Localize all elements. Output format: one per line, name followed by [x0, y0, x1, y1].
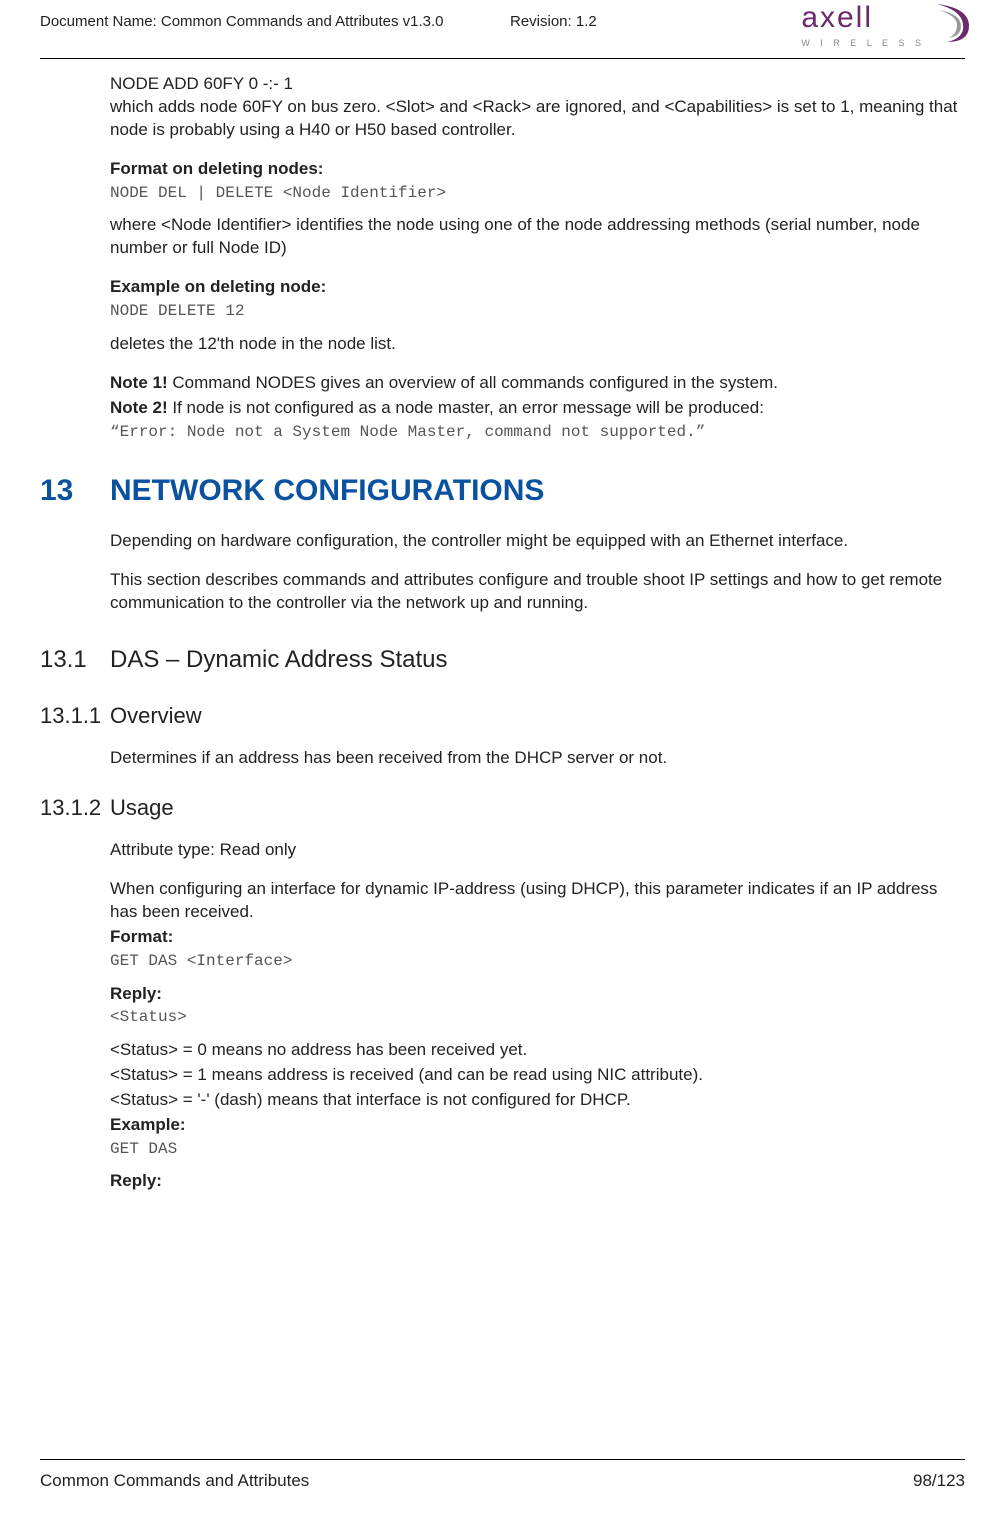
- logo: axell W I R E L E S S: [801, 0, 975, 49]
- page-header: Document Name: Common Commands and Attri…: [40, 0, 965, 58]
- example-delete-code: NODE DELETE 12: [110, 301, 965, 323]
- format-code: GET DAS <Interface>: [110, 951, 965, 973]
- logo-swirl-icon: [929, 0, 975, 46]
- example-code: GET DAS: [110, 1139, 965, 1161]
- format-heading: Format:: [110, 926, 965, 949]
- doc-name: Document Name: Common Commands and Attri…: [40, 12, 444, 32]
- section-13-p2: This section describes commands and attr…: [110, 569, 965, 615]
- code-line: NODE ADD 60FY 0 -:- 1: [110, 73, 965, 96]
- section-13-heading: 13 NETWORK CONFIGURATIONS: [40, 471, 965, 512]
- overview-text: Determines if an address has been receiv…: [110, 747, 965, 770]
- logo-text: axell: [801, 0, 925, 39]
- section-number: 13.1.2: [40, 793, 110, 823]
- usage-desc: When configuring an interface for dynami…: [110, 878, 965, 924]
- logo-subtext: W I R E L E S S: [801, 37, 925, 49]
- section-title: NETWORK CONFIGURATIONS: [110, 471, 544, 512]
- section-title: Usage: [110, 793, 174, 823]
- note-1-label: Note 1!: [110, 373, 168, 392]
- attribute-type: Attribute type: Read only: [110, 839, 965, 862]
- format-delete-desc: where <Node Identifier> identifies the n…: [110, 214, 965, 260]
- reply-code: <Status>: [110, 1007, 965, 1029]
- note-2-text: If node is not configured as a node mast…: [168, 398, 764, 417]
- section-number: 13: [40, 471, 110, 512]
- note-2: Note 2! If node is not configured as a n…: [110, 397, 965, 420]
- format-delete-code: NODE DEL | DELETE <Node Identifier>: [110, 183, 965, 205]
- section-13-1-2-heading: 13.1.2 Usage: [40, 793, 965, 823]
- status-dash: <Status> = '-' (dash) means that interfa…: [110, 1089, 965, 1112]
- header-rule: [40, 58, 965, 59]
- node-add-example: NODE ADD 60FY 0 -:- 1 which adds node 60…: [110, 73, 965, 142]
- example-heading: Example:: [110, 1114, 965, 1137]
- section-title: DAS – Dynamic Address Status: [110, 644, 447, 676]
- status-0: <Status> = 0 means no address has been r…: [110, 1039, 965, 1062]
- example-delete-heading: Example on deleting node:: [110, 276, 965, 299]
- page-number: 98/123: [913, 1470, 965, 1493]
- reply-heading: Reply:: [110, 983, 965, 1006]
- reply-2-heading: Reply:: [110, 1170, 965, 1193]
- section-13-1-1-heading: 13.1.1 Overview: [40, 701, 965, 731]
- body-text: which adds node 60FY on bus zero. <Slot>…: [110, 96, 965, 142]
- section-title: Overview: [110, 701, 202, 731]
- section-13-1-heading: 13.1 DAS – Dynamic Address Status: [40, 644, 965, 676]
- page-footer: Common Commands and Attributes 98/123: [40, 1459, 965, 1493]
- format-delete-heading: Format on deleting nodes:: [110, 158, 965, 181]
- section-number: 13.1.1: [40, 701, 110, 731]
- error-message-code: “Error: Node not a System Node Master, c…: [110, 422, 965, 444]
- example-delete-desc: deletes the 12'th node in the node list.: [110, 333, 965, 356]
- status-1: <Status> = 1 means address is received (…: [110, 1064, 965, 1087]
- footer-title: Common Commands and Attributes: [40, 1470, 309, 1493]
- revision: Revision: 1.2: [510, 12, 597, 32]
- note-1: Note 1! Command NODES gives an overview …: [110, 372, 965, 395]
- page-content: NODE ADD 60FY 0 -:- 1 which adds node 60…: [40, 73, 965, 1193]
- section-number: 13.1: [40, 644, 110, 676]
- section-13-p1: Depending on hardware configuration, the…: [110, 530, 965, 553]
- note-2-label: Note 2!: [110, 398, 168, 417]
- note-1-text: Command NODES gives an overview of all c…: [168, 373, 778, 392]
